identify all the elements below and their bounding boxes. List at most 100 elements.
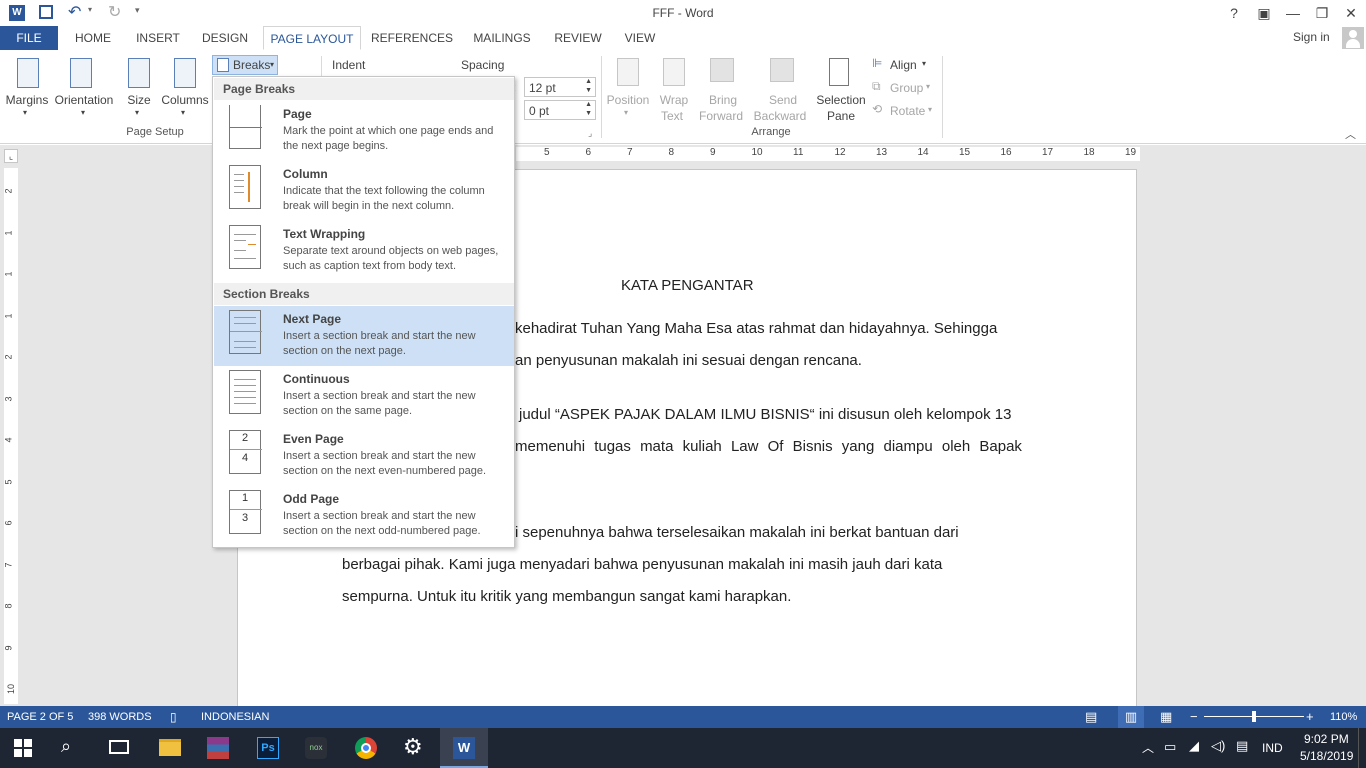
breaks-button[interactable]: Breaks ▾ (212, 55, 278, 75)
spinner-up-icon[interactable]: ▲ (585, 101, 592, 108)
menu-item-odd-page[interactable]: 1 3 Odd Page Insert a section break and … (214, 486, 514, 546)
wrap-text-label-2: Text (660, 109, 683, 123)
tab-mailings[interactable]: MAILINGS (466, 26, 538, 50)
ribbon-tabs: FILE HOME INSERT DESIGN PAGE LAYOUT REFE… (0, 26, 1366, 50)
align-button[interactable]: ⊫ Align ▾ (872, 56, 934, 74)
menu-item-desc: Mark the point at which one page ends an… (283, 125, 494, 152)
language-status[interactable]: INDONESIAN (201, 706, 269, 728)
columns-button[interactable]: Columns ▾ (160, 54, 210, 120)
menu-item-text-wrapping[interactable]: Text Wrapping Separate text around objec… (214, 221, 514, 281)
paragraph-dialog-launcher-icon[interactable]: ⌟ (588, 128, 592, 139)
file-explorer-icon[interactable] (159, 739, 181, 756)
ribbon-display-options-icon[interactable]: ▣ (1249, 0, 1279, 26)
send-backward-button[interactable]: Send Backward (752, 54, 814, 123)
margins-button[interactable]: Margins ▾ (4, 54, 50, 120)
search-icon[interactable]: ⌕ (61, 736, 71, 757)
group-button[interactable]: ⧉ Group ▾ (872, 79, 934, 97)
photoshop-icon[interactable]: Ps (257, 737, 279, 759)
menu-item-page-break[interactable]: Page Mark the point at which one page en… (214, 101, 514, 161)
menu-item-next-page[interactable]: Next Page Insert a section break and sta… (214, 306, 514, 366)
read-mode-icon[interactable]: ▤ (1085, 706, 1097, 728)
word-taskbar-icon[interactable]: W (440, 728, 488, 768)
wifi-icon[interactable]: ◢ (1189, 738, 1199, 754)
tab-file[interactable]: FILE (0, 26, 58, 50)
tab-insert[interactable]: INSERT (130, 26, 186, 50)
tab-references[interactable]: REFERENCES (368, 26, 456, 50)
tab-review[interactable]: REVIEW (548, 26, 608, 50)
menu-item-even-page[interactable]: 2 4 Even Page Insert a section break and… (214, 426, 514, 486)
chrome-icon[interactable] (355, 737, 377, 759)
web-layout-icon[interactable]: ▦ (1160, 706, 1172, 728)
undo-dropdown-icon[interactable]: ▾ (88, 5, 92, 14)
tab-home[interactable]: HOME (66, 26, 120, 50)
action-center-icon[interactable]: ▤ (1236, 738, 1248, 754)
zoom-slider-thumb[interactable] (1252, 711, 1256, 722)
group-icon: ⧉ (872, 79, 881, 93)
customize-quick-access-icon[interactable]: ▾ (135, 5, 140, 16)
menu-item-desc: Insert a section break and start the new… (283, 510, 481, 537)
column-break-icon (229, 165, 261, 209)
even-page-icon: 2 4 (229, 430, 262, 474)
show-hidden-icons-icon[interactable]: ︿ (1142, 739, 1154, 756)
menu-item-continuous[interactable]: Continuous Insert a section break and st… (214, 366, 514, 426)
selection-pane-button[interactable]: Selection Pane (814, 54, 868, 123)
undo-icon[interactable]: ↶ (68, 2, 81, 22)
avatar[interactable] (1342, 27, 1364, 49)
orientation-button[interactable]: Orientation ▾ (53, 54, 115, 120)
ruler-tick-label: 17 (1042, 147, 1054, 158)
page-count-status[interactable]: PAGE 2 OF 5 (7, 706, 73, 728)
zoom-level[interactable]: 110% (1330, 706, 1357, 728)
sign-in-link[interactable]: Sign in (1293, 30, 1330, 44)
document-area[interactable]: ⌞ KATA PENGANTAR kehadirat Tuhan Yang Ma… (0, 145, 1366, 709)
spacing-after-input[interactable]: 0 pt ▲ ▼ (524, 100, 596, 120)
document-line-5: i sepenuhnya bahwa terselesaikan makalah… (515, 524, 959, 541)
ruler-tick-label: 9 (710, 147, 716, 158)
zoom-out-button[interactable]: − (1190, 706, 1198, 728)
proofing-icon[interactable]: ▯ (170, 706, 177, 728)
task-view-icon[interactable] (109, 740, 129, 754)
ruler-tick-label: 15 (959, 147, 971, 158)
tab-selector-icon[interactable]: ⌞ (4, 149, 18, 163)
size-button[interactable]: Size ▾ (120, 54, 158, 120)
tab-page-layout[interactable]: PAGE LAYOUT (263, 26, 361, 50)
spinner-down-icon[interactable]: ▼ (585, 110, 592, 117)
windows-start-icon[interactable] (14, 739, 32, 757)
position-button[interactable]: Position ▾ (604, 54, 652, 120)
spinner-down-icon[interactable]: ▼ (585, 87, 592, 94)
wrap-text-button[interactable]: Wrap Text (652, 54, 696, 123)
spacing-before-input[interactable]: 12 pt ▲ ▼ (524, 77, 596, 97)
word-count-status[interactable]: 398 WORDS (88, 706, 152, 728)
notifications-icon[interactable] (1358, 728, 1366, 768)
nox-icon[interactable]: nox (305, 737, 327, 759)
taskbar: ⌕ Ps nox ⚙ W ︿ ▭ ◢ ◁) ▤ IND 9:02 PM 5/18… (0, 728, 1366, 768)
horizontal-ruler[interactable]: 5 6 7 8 9 10 11 12 13 14 15 16 17 18 19 (516, 147, 1140, 161)
minimize-icon[interactable]: — (1278, 0, 1308, 26)
menu-item-column-break[interactable]: Column Indicate that the text following … (214, 161, 514, 221)
help-icon[interactable]: ? (1219, 0, 1249, 26)
network-adapter-icon[interactable]: ▭ (1164, 739, 1176, 755)
input-language-indicator[interactable]: IND (1262, 741, 1283, 755)
save-icon[interactable] (39, 5, 53, 19)
restore-icon[interactable]: ❐ (1307, 0, 1337, 26)
clock-time[interactable]: 9:02 PM (1304, 732, 1349, 746)
volume-icon[interactable]: ◁) (1211, 738, 1225, 754)
collapse-ribbon-icon[interactable]: ︿ (1345, 126, 1356, 142)
selection-pane-label-1: Selection (816, 93, 866, 107)
tab-design[interactable]: DESIGN (196, 26, 254, 50)
tab-view[interactable]: VIEW (618, 26, 662, 50)
word-logo-icon[interactable]: W (9, 5, 25, 21)
zoom-in-button[interactable]: + (1306, 706, 1314, 728)
winrar-icon[interactable] (207, 737, 229, 759)
menu-item-title: Continuous (283, 372, 350, 386)
close-icon[interactable]: ✕ (1336, 0, 1366, 26)
rotate-button[interactable]: ⟲ Rotate ▾ (872, 102, 934, 120)
print-layout-icon[interactable]: ▥ (1118, 706, 1144, 728)
redo-icon[interactable]: ↻ (108, 2, 121, 22)
vertical-ruler[interactable]: 2 1 1 1 2 3 4 5 6 7 8 9 10 (4, 168, 18, 704)
settings-icon[interactable]: ⚙ (403, 734, 423, 760)
bring-forward-button[interactable]: Bring Forward (696, 54, 750, 123)
position-icon (617, 58, 639, 86)
spinner-up-icon[interactable]: ▲ (585, 78, 592, 85)
ruler-tick-label: 7 (3, 561, 14, 568)
clock-date[interactable]: 5/18/2019 (1300, 749, 1353, 763)
